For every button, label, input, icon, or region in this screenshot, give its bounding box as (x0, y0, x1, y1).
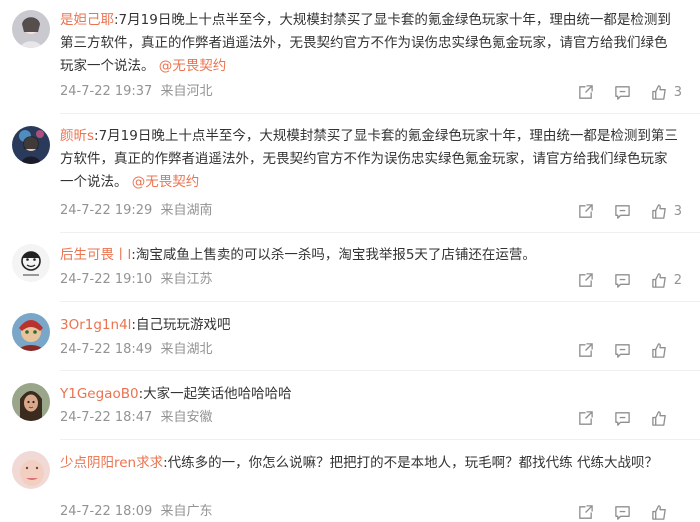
reply-button[interactable] (614, 84, 631, 101)
comment-body: :7月19日晚上十点半至今，大规模封禁买了显卡套的氪金绿色玩家十年，理由统一都是… (60, 12, 671, 74)
share-button[interactable] (577, 203, 594, 220)
comment-username[interactable]: Y1GegaoB0 (60, 386, 139, 402)
comment-username[interactable]: 少点阴阳ren求求 (60, 455, 163, 471)
comment-text: 3Or1g1n4l:自己玩玩游戏吧 (60, 314, 680, 337)
reply-button[interactable] (614, 410, 631, 427)
divider (60, 301, 700, 302)
comment-username[interactable]: 是妲己耶 (60, 12, 114, 28)
comment-body: :自己玩玩游戏吧 (131, 317, 231, 333)
comment-username[interactable]: 后生可畏丨l (60, 247, 131, 263)
comment-username[interactable]: 3Or1g1n4l (60, 317, 131, 333)
comment-icon (614, 272, 631, 289)
comment-body: :大家一起笑话他哈哈哈哈 (138, 386, 292, 402)
share-button[interactable] (577, 410, 594, 427)
share-icon (577, 272, 594, 289)
comment-text: 颜昕s:7月19日晚上十点半至今，大规模封禁买了显卡套的氪金绿色玩家十年，理由统… (60, 125, 680, 194)
comment-meta: 24-7-22 19:37 来自河北 (60, 82, 213, 102)
comment-icon (614, 504, 631, 521)
divider (60, 232, 700, 233)
comment-username[interactable]: 颜昕s (60, 128, 94, 144)
comment-location: 来自湖北 (160, 342, 213, 357)
comment-meta: 24-7-22 18:49 来自湖北 (60, 340, 213, 360)
comment-location: 来自广东 (160, 504, 213, 519)
avatar[interactable] (12, 244, 50, 282)
comment-meta: 24-7-22 18:09 来自广东 (60, 502, 213, 522)
comment-time: 24-7-22 19:10 (60, 272, 153, 287)
comment-time: 24-7-22 18:09 (60, 504, 153, 519)
comment-meta: 24-7-22 19:29 来自湖南 (60, 201, 213, 221)
comment-body: :淘宝咸鱼上售卖的可以杀一杀吗，淘宝我举报5天了店铺还在运营。 (131, 247, 536, 263)
reply-button[interactable] (614, 504, 631, 521)
share-button[interactable] (577, 342, 594, 359)
thumbs-up-icon (651, 84, 668, 101)
comment-actions (557, 408, 682, 428)
avatar[interactable] (12, 313, 50, 351)
comment-time: 24-7-22 18:47 (60, 410, 153, 425)
reply-button[interactable] (614, 342, 631, 359)
like-count: 2 (673, 272, 682, 288)
comment-icon (614, 203, 631, 220)
like-count: 3 (673, 203, 682, 219)
divider (60, 370, 700, 371)
comment-location: 来自江苏 (160, 272, 213, 287)
comment-time: 24-7-22 19:29 (60, 203, 153, 218)
share-icon (577, 410, 594, 427)
share-icon (577, 203, 594, 220)
comment-time: 24-7-22 18:49 (60, 342, 153, 357)
thumbs-up-icon (651, 504, 668, 521)
mention-link[interactable]: @无畏契约 (159, 58, 227, 74)
divider (60, 439, 700, 440)
like-count: 3 (673, 84, 682, 100)
comment-text: 后生可畏丨l:淘宝咸鱼上售卖的可以杀一杀吗，淘宝我举报5天了店铺还在运营。 (60, 244, 680, 267)
avatar[interactable] (12, 126, 50, 164)
comment-location: 来自安徽 (160, 410, 213, 425)
comment-text: 是妲己耶:7月19日晚上十点半至今，大规模封禁买了显卡套的氪金绿色玩家十年，理由… (60, 9, 680, 78)
comment-time: 24-7-22 19:37 (60, 84, 153, 99)
like-button[interactable] (651, 410, 682, 427)
mention-link[interactable]: @无畏契约 (132, 174, 200, 190)
comment-actions (557, 340, 682, 360)
comment-actions: 3 (557, 201, 682, 221)
avatar[interactable] (12, 383, 50, 421)
thumbs-up-icon (651, 410, 668, 427)
thumbs-up-icon (651, 342, 668, 359)
thumbs-up-icon (651, 272, 668, 289)
reply-button[interactable] (614, 203, 631, 220)
share-icon (577, 84, 594, 101)
comment-icon (614, 410, 631, 427)
comment-icon (614, 342, 631, 359)
share-button[interactable] (577, 504, 594, 521)
like-button[interactable]: 2 (651, 272, 682, 289)
comment-meta: 24-7-22 18:47 来自安徽 (60, 408, 213, 428)
comment-actions: 3 (557, 82, 682, 102)
comment-actions (557, 502, 682, 522)
comment-icon (614, 84, 631, 101)
comment-body: :代练多的一，你怎么说嘛？把把打的不是本地人，玩毛啊？都找代练 代练大战呗？ (163, 455, 658, 471)
comment-text: Y1GegaoB0:大家一起笑话他哈哈哈哈 (60, 383, 680, 406)
comment-text: 少点阴阳ren求求:代练多的一，你怎么说嘛？把把打的不是本地人，玩毛啊？都找代练… (60, 452, 680, 475)
comment-list: 是妲己耶:7月19日晚上十点半至今，大规模封禁买了显卡套的氪金绿色玩家十年，理由… (0, 0, 700, 520)
avatar[interactable] (12, 451, 50, 489)
like-button[interactable]: 3 (651, 84, 682, 101)
divider (60, 113, 700, 114)
comment-actions: 2 (557, 270, 682, 290)
share-button[interactable] (577, 84, 594, 101)
like-button[interactable] (651, 342, 682, 359)
share-icon (577, 342, 594, 359)
share-button[interactable] (577, 272, 594, 289)
share-icon (577, 504, 594, 521)
reply-button[interactable] (614, 272, 631, 289)
like-button[interactable]: 3 (651, 203, 682, 220)
avatar[interactable] (12, 10, 50, 48)
comment-meta: 24-7-22 19:10 来自江苏 (60, 270, 213, 290)
like-button[interactable] (651, 504, 682, 521)
comment-location: 来自河北 (160, 84, 213, 99)
thumbs-up-icon (651, 203, 668, 220)
comment-location: 来自湖南 (160, 203, 213, 218)
